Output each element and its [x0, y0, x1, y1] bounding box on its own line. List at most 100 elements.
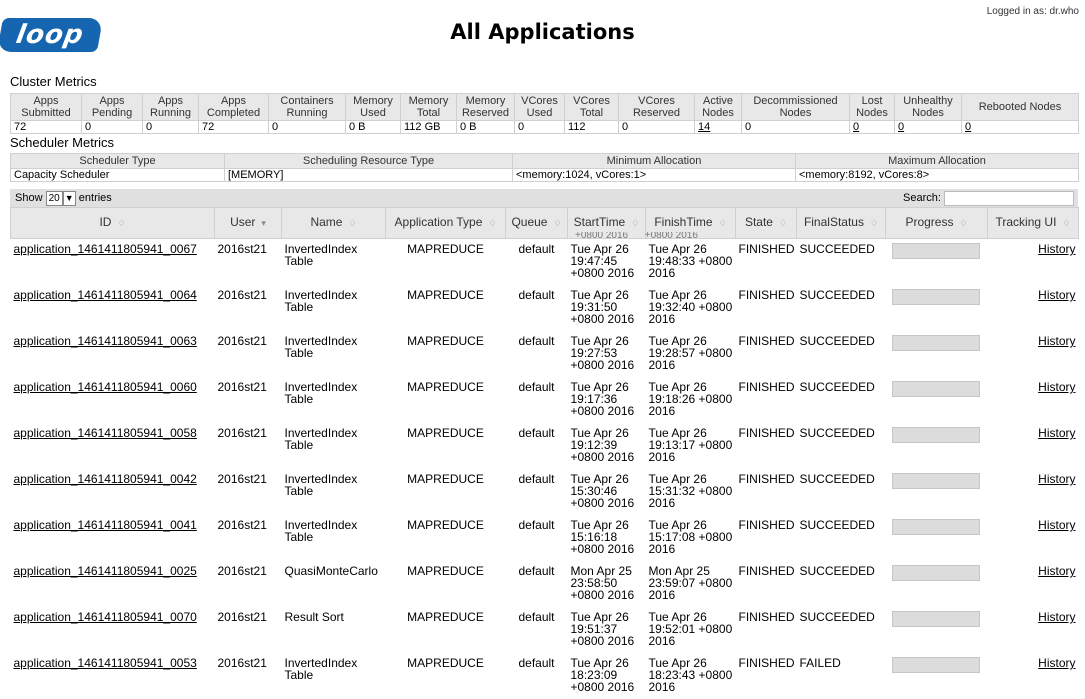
cell-queue: default [506, 239, 568, 286]
cell-queue: default [506, 515, 568, 561]
cell-tracking: History [988, 377, 1079, 423]
cell-user: 2016st21 [215, 377, 282, 423]
cell-finish-text: Tue Apr 26 18:23:43 +0800 2016 [648, 656, 733, 694]
table-row: application_1461411805941_0041 2016st21 In… [11, 515, 1079, 561]
cell-progress [886, 331, 988, 377]
sort-icon[interactable]: ♢ [719, 218, 727, 228]
scheduler-metric-value: <memory:1024, vCores:1> [512, 168, 796, 182]
tracking-ui-link[interactable]: History [1038, 564, 1075, 578]
chevron-down-icon[interactable]: ▼ [62, 190, 76, 206]
tracking-ui-link[interactable]: History [1038, 656, 1075, 670]
sort-icon[interactable]: ♢ [959, 218, 967, 228]
cell-final: SUCCEEDED [797, 561, 886, 607]
cluster-metric-link[interactable]: 14 [698, 122, 710, 133]
tracking-ui-link[interactable]: History [1038, 380, 1075, 394]
column-header[interactable]: Application Type ♢ [385, 207, 506, 239]
cell-final: SUCCEEDED [797, 469, 886, 515]
cell-finish-text: Tue Apr 26 19:13:17 +0800 2016 [648, 426, 733, 464]
column-header-label: ID [99, 215, 112, 229]
cell-state: FINISHED [736, 331, 797, 377]
table-row: application_1461411805941_0070 2016st21 Re… [11, 607, 1079, 653]
sort-icon[interactable]: ♢ [117, 218, 125, 228]
sort-desc-icon[interactable]: ▾ [261, 218, 266, 228]
application-id-link[interactable]: application_1461411805941_0025 [14, 564, 197, 578]
cluster-metric-header: Lost Nodes [849, 93, 895, 121]
application-id-link[interactable]: application_1461411805941_0060 [14, 380, 197, 394]
cell-tracking: History [988, 653, 1079, 699]
application-id-link[interactable]: application_1461411805941_0053 [14, 656, 197, 670]
cell-id: application_1461411805941_0067 [11, 239, 215, 286]
cell-start-text: Tue Apr 26 19:51:37 +0800 2016 [570, 610, 635, 648]
cluster-metric-text: 72 [202, 121, 215, 133]
sort-icon[interactable]: ♢ [348, 218, 356, 228]
cell-name: Result Sort [282, 607, 386, 653]
sort-icon[interactable]: ♢ [553, 218, 561, 228]
application-id-link[interactable]: application_1461411805941_0064 [14, 288, 197, 302]
cell-start-text: Tue Apr 26 19:12:39 +0800 2016 [570, 426, 635, 464]
cell-progress [886, 285, 988, 331]
cluster-metric-text: 0 [622, 121, 629, 133]
tracking-ui-link[interactable]: History [1038, 610, 1075, 624]
tracking-ui-link[interactable]: History [1038, 288, 1075, 302]
sort-icon[interactable]: ♢ [1062, 218, 1070, 228]
cell-queue: default [506, 331, 568, 377]
entries-select[interactable]: 20 [45, 190, 63, 206]
tracking-ui-link[interactable]: History [1038, 426, 1075, 440]
tracking-ui-link[interactable]: History [1038, 472, 1075, 486]
tracking-ui-link[interactable]: History [1038, 242, 1075, 256]
progress-bar [891, 473, 980, 489]
cluster-metric-value: 112 GB [400, 120, 457, 134]
cell-name: InvertedIndex Table [282, 377, 386, 423]
application-id-link[interactable]: application_1461411805941_0042 [14, 472, 197, 486]
progress-bar [891, 381, 980, 397]
cell-type-text: MAPREDUCE [407, 242, 484, 256]
tracking-ui-link[interactable]: History [1038, 518, 1075, 532]
cell-state-text: FINISHED [738, 426, 795, 440]
cell-tracking: History [988, 561, 1079, 607]
column-header[interactable]: Tracking UI ♢ [987, 207, 1079, 239]
cell-final-text: FAILED [799, 656, 841, 670]
cell-state-text: FINISHED [738, 334, 795, 348]
cell-final: SUCCEEDED [797, 377, 886, 423]
cell-start-text: Tue Apr 26 19:27:53 +0800 2016 [570, 334, 635, 372]
sort-icon[interactable]: ♢ [779, 218, 787, 228]
cluster-metric-text: 0 B [349, 121, 366, 133]
application-id-link[interactable]: application_1461411805941_0070 [14, 610, 197, 624]
cell-type: MAPREDUCE [386, 377, 506, 423]
column-header[interactable]: Queue ♢ [505, 207, 568, 239]
cell-type: MAPREDUCE [386, 469, 506, 515]
cell-user: 2016st21 [215, 515, 282, 561]
sort-icon[interactable]: ♢ [631, 218, 639, 228]
sort-icon[interactable]: ♢ [488, 218, 496, 228]
sort-icon[interactable]: ♢ [870, 218, 878, 228]
cell-user: 2016st21 [215, 653, 282, 699]
application-id-link[interactable]: application_1461411805941_0067 [14, 242, 197, 256]
cell-finish-text: Tue Apr 26 19:52:01 +0800 2016 [648, 610, 733, 648]
application-id-link[interactable]: application_1461411805941_0063 [14, 334, 197, 348]
cluster-metric-header: Apps Pending [81, 93, 143, 121]
cell-final-text: SUCCEEDED [799, 288, 875, 302]
search-input[interactable] [944, 190, 1074, 206]
column-header[interactable]: ID ♢ [10, 207, 215, 239]
tracking-ui-link[interactable]: History [1038, 334, 1075, 348]
cell-state: FINISHED [736, 653, 797, 699]
column-header[interactable]: FinalStatus ♢ [796, 207, 886, 239]
cell-user-text: 2016st21 [217, 610, 267, 624]
cluster-metric-header: VCores Reserved [618, 93, 695, 121]
cell-queue: default [506, 285, 568, 331]
cell-type-text: MAPREDUCE [407, 610, 484, 624]
column-header[interactable]: Progress ♢ [885, 207, 988, 239]
application-id-link[interactable]: application_1461411805941_0041 [14, 518, 197, 532]
cell-start-text: Tue Apr 26 19:17:36 +0800 2016 [570, 380, 635, 418]
column-header[interactable]: User ▾ [214, 207, 282, 239]
application-id-link[interactable]: application_1461411805941_0058 [14, 426, 197, 440]
cell-name: InvertedIndex Table [282, 653, 386, 699]
column-header[interactable]: Name ♢ [281, 207, 386, 239]
cell-final-text: SUCCEEDED [799, 242, 875, 256]
progress-bar [891, 611, 980, 627]
cluster-metric-link[interactable]: 0 [965, 122, 971, 133]
cluster-metric-link[interactable]: 0 [898, 122, 904, 133]
cell-type-text: MAPREDUCE [407, 288, 484, 302]
cell-user: 2016st21 [215, 331, 282, 377]
cluster-metric-link[interactable]: 0 [853, 122, 859, 133]
